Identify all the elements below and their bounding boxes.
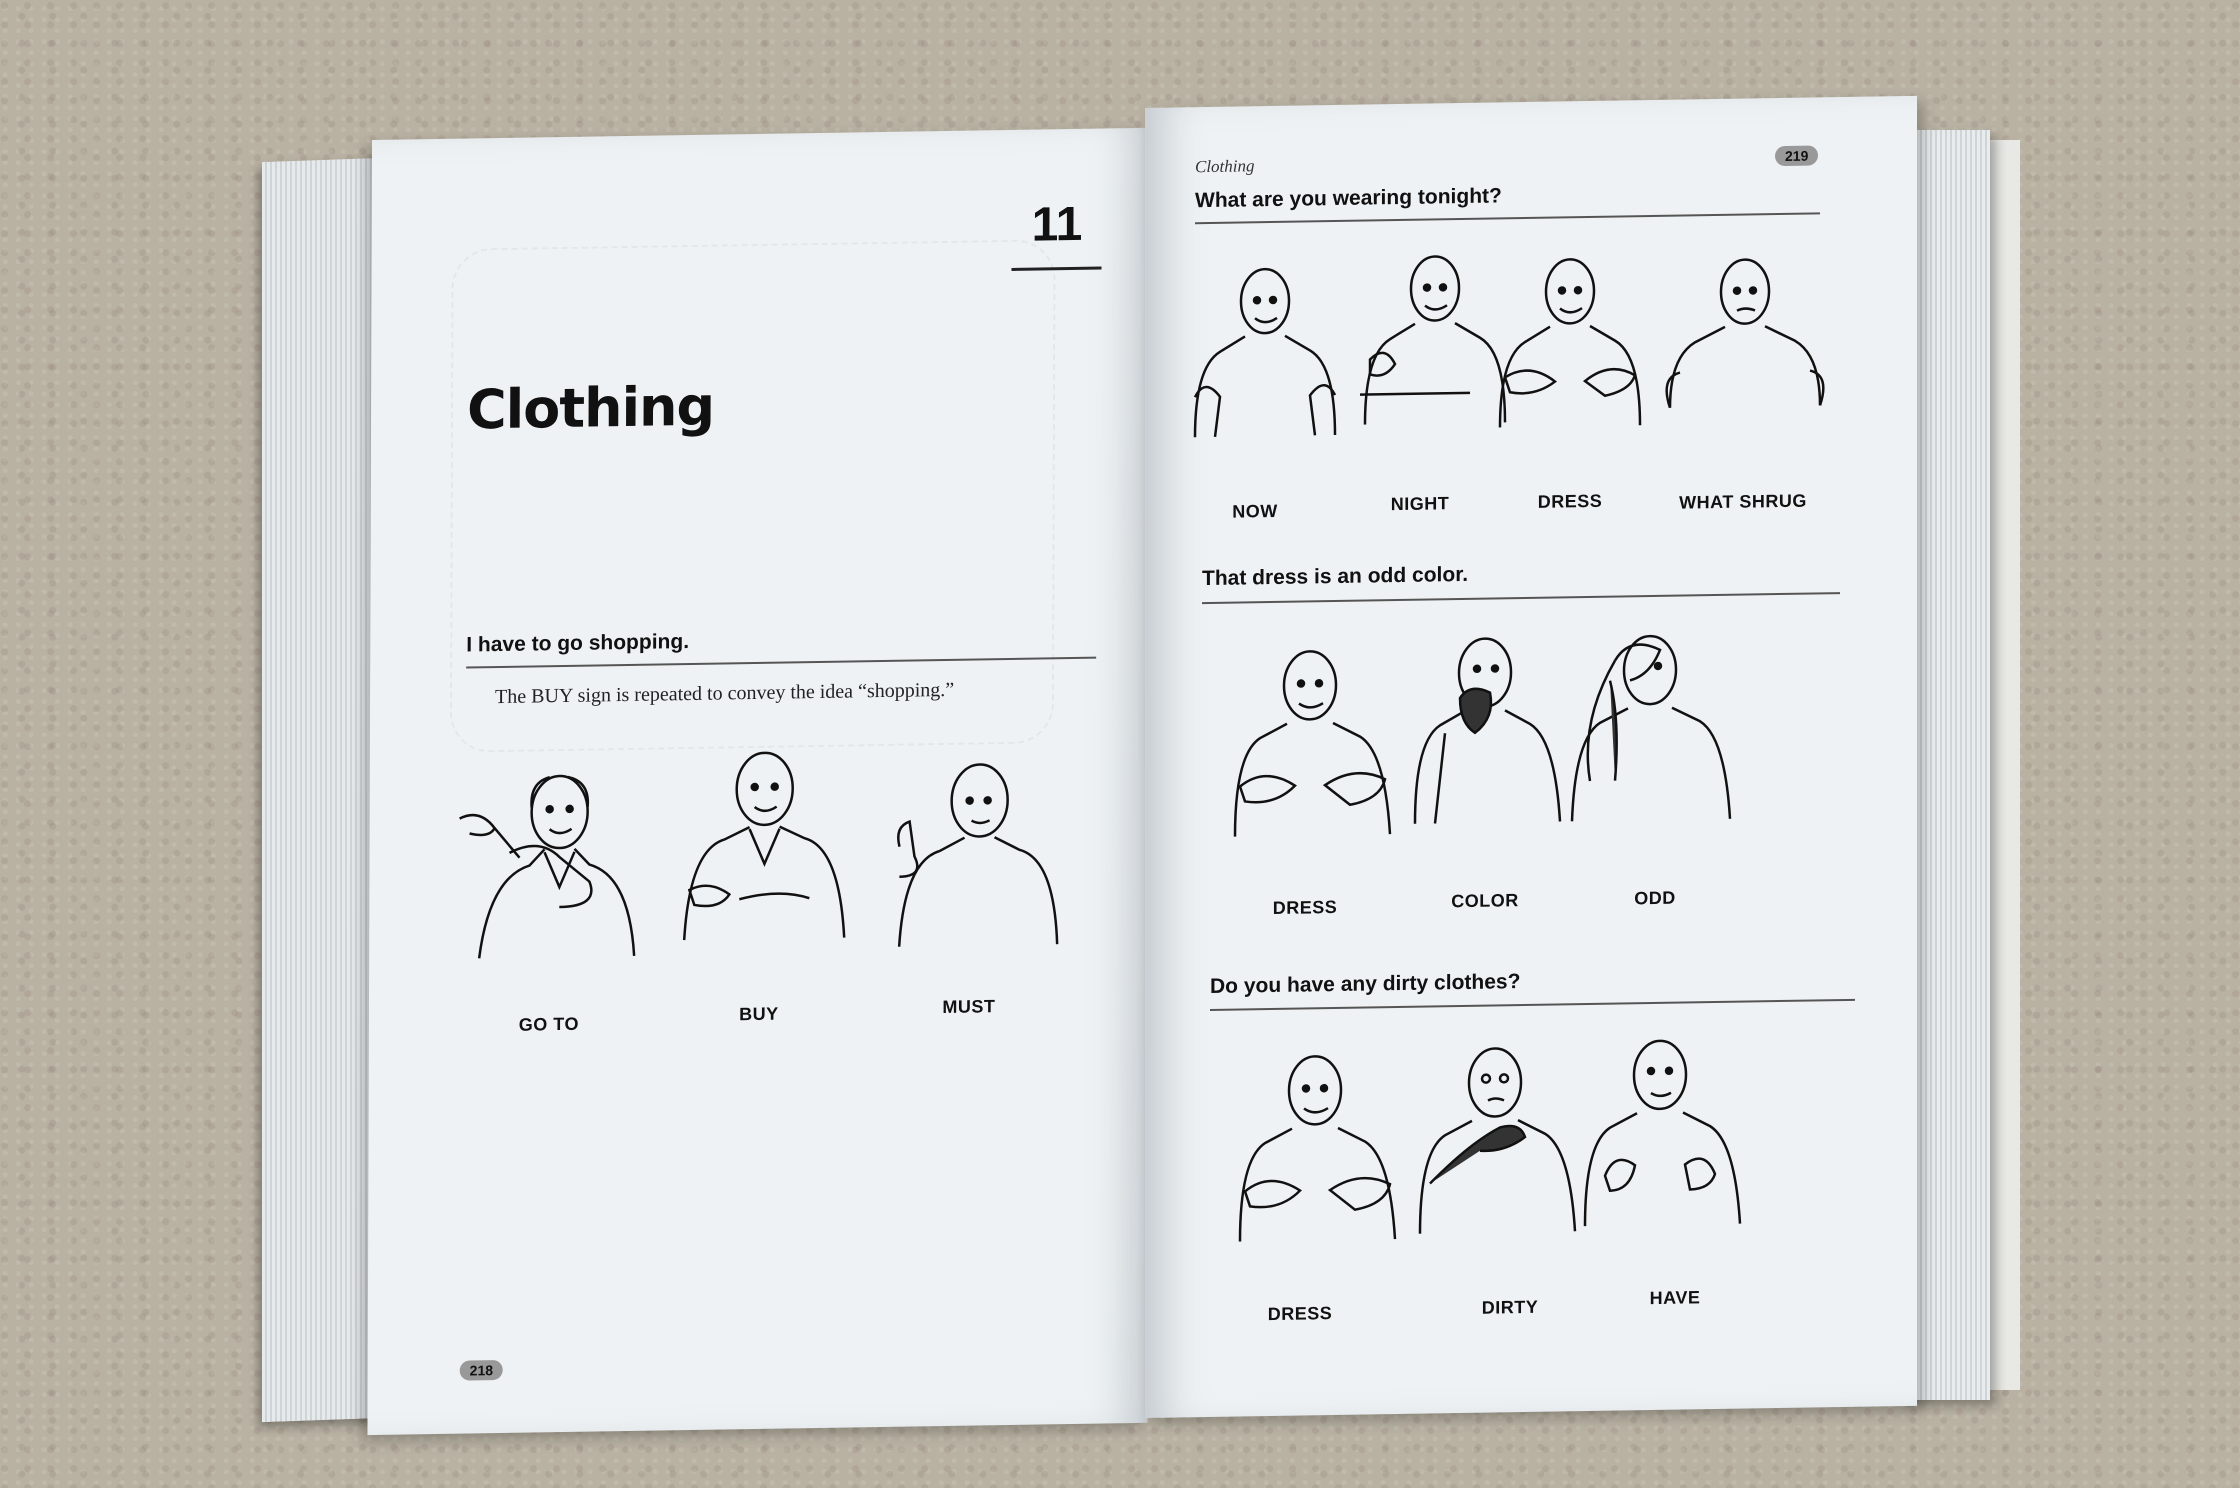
sign-label: GO TO (518, 1013, 580, 1035)
sign-label: NOW (1232, 500, 1278, 522)
sign-figure-night (1350, 242, 1510, 450)
sign-figure-now (1185, 255, 1345, 463)
chapter-title: Clothing (466, 374, 715, 442)
left-page-edges (262, 157, 382, 1423)
sign-label: DIRTY (1481, 1296, 1539, 1318)
running-header: Clothing (1195, 156, 1255, 177)
sign-label: WHAT SHRUG (1679, 490, 1807, 513)
section-heading: What are you wearing tonight? (1195, 184, 1502, 213)
sign-label: MUST (942, 996, 996, 1018)
section-heading: Do you have any dirty clothes? (1210, 970, 1521, 998)
heading-rule (1210, 998, 1855, 1011)
section-heading: I have to go shopping. (466, 630, 690, 657)
sign-label: COLOR (1451, 890, 1519, 912)
chapter-number: 11 (1031, 197, 1083, 252)
page-number: 218 (459, 1359, 504, 1381)
sign-figure-dirty (1410, 1031, 1580, 1259)
sign-label: ODD (1634, 887, 1676, 909)
sign-figure-odd (1560, 619, 1740, 847)
sign-figure-must (879, 744, 1080, 982)
section-heading: That dress is an odd color. (1202, 562, 1469, 591)
sign-figure-go-to (449, 756, 650, 994)
sign-label: DRESS (1537, 490, 1603, 512)
left-page: 11 Clothing I have to go shopping. The B… (367, 127, 1152, 1436)
heading-rule (1195, 212, 1820, 225)
chapter-rule (1011, 266, 1102, 271)
sign-label: HAVE (1649, 1287, 1701, 1309)
sign-figure-buy (669, 737, 870, 975)
sign-figure-what-shrug (1665, 245, 1825, 453)
sign-figure-dress (1225, 634, 1405, 862)
page-number: 219 (1775, 145, 1819, 167)
sign-figure-color (1405, 621, 1575, 849)
sign-label: DRESS (1267, 1303, 1333, 1325)
open-book: 11 Clothing I have to go shopping. The B… (0, 0, 2240, 1488)
sign-label: NIGHT (1390, 493, 1450, 515)
sign-figure-have (1575, 1024, 1745, 1252)
sign-figure-dress (1490, 245, 1650, 453)
sign-label: DRESS (1272, 896, 1338, 918)
bleed-through (449, 239, 1056, 753)
sign-label: BUY (739, 1003, 779, 1025)
right-page: Clothing 219 What are you wearing tonigh… (1145, 95, 1917, 1419)
sign-figure-dress (1230, 1039, 1410, 1267)
heading-rule (1202, 592, 1840, 605)
